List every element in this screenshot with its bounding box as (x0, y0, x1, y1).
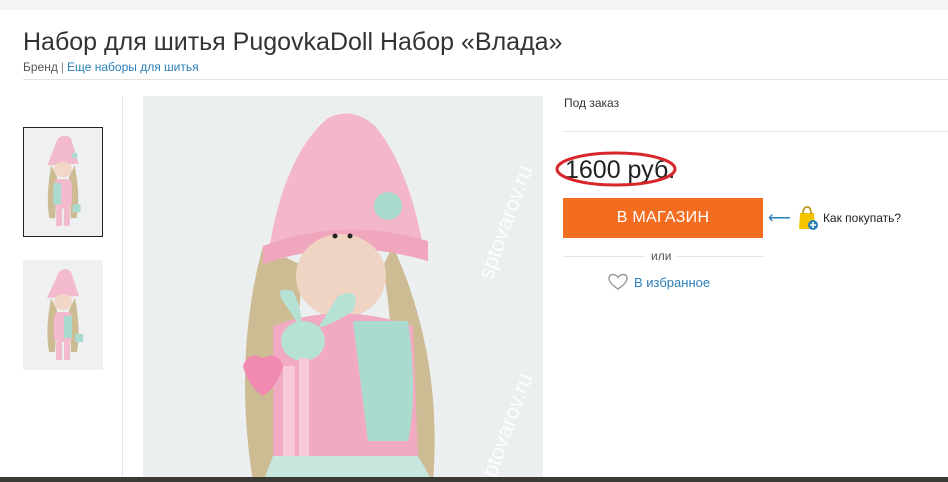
product-page: Набор для шитья PugovkaDoll Набор «Влада… (0, 10, 948, 482)
shopping-bag-icon (798, 206, 818, 230)
breadcrumb-separator: | (60, 60, 64, 74)
add-to-favorites-link[interactable]: В избранное (607, 273, 710, 291)
brand-label: Бренд (23, 60, 58, 74)
product-main-image[interactable]: sptovarov.ru sptovarov.ru (143, 96, 543, 482)
how-to-buy-label: Как покупать? (822, 211, 902, 225)
heart-icon (608, 273, 628, 290)
doll-thumbnail-image (23, 260, 103, 370)
more-kits-link[interactable]: Еще наборы для шитья (67, 60, 199, 74)
or-label: или (645, 249, 678, 263)
taskbar-strip (0, 477, 948, 482)
gallery-divider (122, 96, 123, 482)
price-highlight-circle (555, 151, 677, 187)
arrow-left-icon: ⟵ (768, 210, 791, 227)
how-to-buy-link[interactable]: ⟵ Как покупать? (768, 203, 901, 233)
breadcrumb: Бренд | Еще наборы для шитья (23, 60, 199, 74)
offer-divider (563, 131, 948, 132)
header-divider (23, 79, 948, 80)
thumbnail-1[interactable] (23, 127, 103, 237)
availability-status: Под заказ (564, 96, 620, 110)
favorites-label: В избранное (634, 274, 711, 290)
doll-photo (143, 96, 543, 482)
thumbnail-2[interactable] (23, 260, 103, 370)
page-title: Набор для шитья PugovkaDoll Набор «Влада… (23, 28, 563, 56)
doll-thumbnail-image (24, 128, 102, 236)
go-to-shop-button[interactable]: В МАГАЗИН (563, 198, 763, 238)
